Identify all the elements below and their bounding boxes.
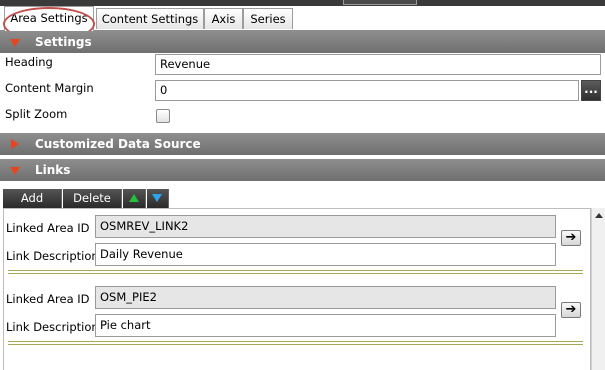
link-description-label: Link Description [6, 249, 99, 263]
content-margin-label: Content Margin [5, 81, 94, 95]
go-to-link-button[interactable]: ➔ [561, 302, 581, 318]
tab-area-settings[interactable]: Area Settings [4, 6, 94, 31]
linked-area-id-label: Linked Area ID [6, 292, 90, 306]
section-customized-data-source-header[interactable]: Customized Data Source [0, 133, 605, 155]
split-zoom-label: Split Zoom [5, 107, 68, 121]
links-scrollbar[interactable] [591, 208, 605, 370]
link-separator [8, 341, 583, 345]
section-title: Customized Data Source [35, 137, 201, 151]
linked-area-id-field: OSMREV_LINK2 [95, 215, 556, 238]
content-margin-field[interactable]: 0 [155, 80, 579, 101]
tab-axis[interactable]: Axis [204, 8, 243, 29]
links-toolbar: Add Delete [0, 186, 605, 208]
delete-button[interactable]: Delete [63, 189, 122, 208]
section-title: Links [35, 163, 71, 177]
move-down-icon [152, 194, 162, 202]
section-settings-header[interactable]: Settings [0, 31, 605, 53]
heading-field[interactable]: Revenue [155, 54, 601, 75]
collapse-triangle-icon [10, 39, 20, 47]
linked-area-id-label: Linked Area ID [6, 221, 90, 235]
expand-triangle-icon [11, 139, 19, 149]
collapse-triangle-icon [10, 167, 20, 175]
scroll-up-arrow-icon[interactable] [595, 213, 603, 218]
move-down-button[interactable] [147, 189, 169, 208]
tab-bar: Area Settings Content Settings Axis Seri… [0, 6, 605, 41]
move-up-icon [129, 194, 139, 202]
linked-area-id-field: OSM_PIE2 [95, 286, 556, 309]
section-title: Settings [35, 35, 92, 49]
link-description-field[interactable]: Pie chart [95, 314, 556, 337]
heading-label: Heading [5, 55, 53, 69]
link-separator [8, 270, 583, 274]
content-margin-browse-button[interactable]: ... [581, 80, 601, 101]
go-to-link-button[interactable]: ➔ [561, 230, 581, 246]
tab-content-settings[interactable]: Content Settings [96, 8, 204, 29]
section-links-header[interactable]: Links [0, 159, 605, 181]
move-up-button[interactable] [123, 189, 146, 208]
panel-title-fragment [343, 0, 417, 5]
add-button[interactable]: Add [3, 189, 62, 208]
split-zoom-checkbox[interactable] [156, 109, 170, 123]
tab-series[interactable]: Series [243, 8, 293, 29]
link-description-field[interactable]: Daily Revenue [95, 243, 556, 266]
link-description-label: Link Description [6, 320, 99, 334]
